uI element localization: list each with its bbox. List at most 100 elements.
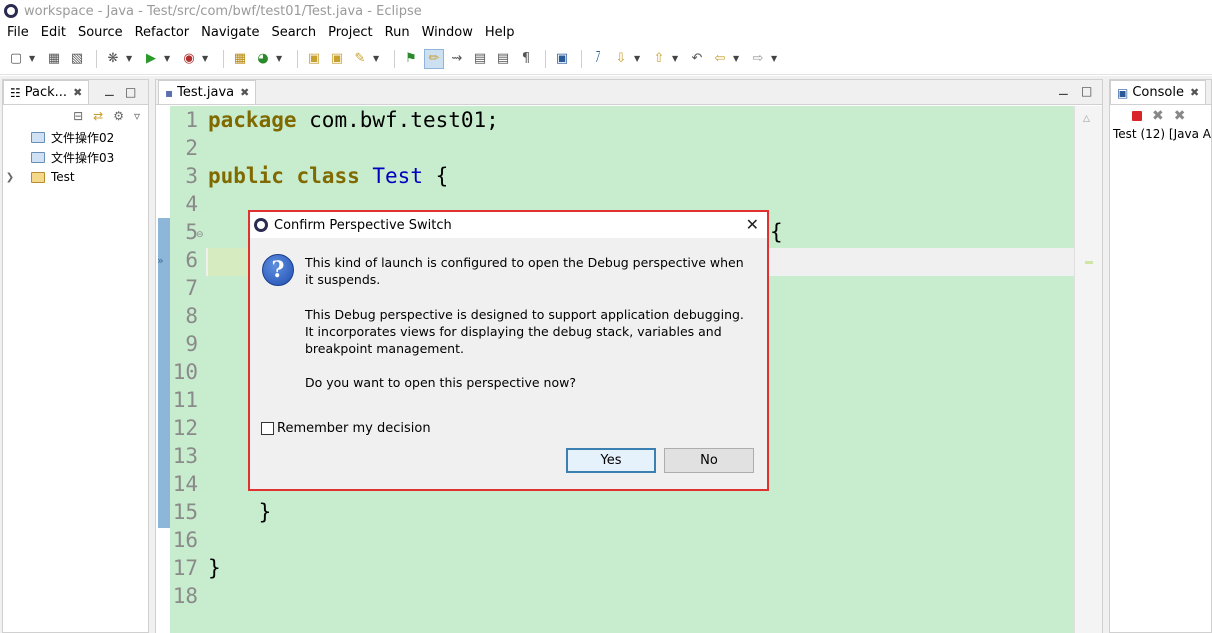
- search-icon[interactable]: ✎: [350, 49, 370, 69]
- terminate-icon[interactable]: [1132, 111, 1142, 121]
- back-icon[interactable]: ⇦: [710, 49, 730, 69]
- run-icon[interactable]: ▶: [141, 49, 161, 69]
- remember-decision-checkbox[interactable]: Remember my decision: [261, 421, 431, 436]
- show-source-icon[interactable]: ▤: [493, 49, 513, 69]
- line-number-gutter: 1 2 3 4 5 6 7 8 9 10 11 12 13 14 15 16 1…: [170, 106, 206, 633]
- menu-edit[interactable]: Edit: [35, 25, 72, 40]
- tree-item-folder[interactable]: 文件操作02: [3, 127, 148, 147]
- menu-file[interactable]: File: [0, 25, 35, 40]
- paragraph-icon[interactable]: ¶: [516, 49, 536, 69]
- external-tools-dropdown-icon[interactable]: ▼: [202, 54, 211, 63]
- remove-all-terminated-icon[interactable]: ✖: [1174, 108, 1186, 124]
- eclipse-icon: [4, 4, 18, 18]
- save-icon[interactable]: ▦: [44, 49, 64, 69]
- maximize-icon[interactable]: □: [125, 85, 136, 99]
- minimize-icon[interactable]: ⚊: [104, 85, 115, 99]
- run-dropdown-icon[interactable]: ▼: [164, 54, 173, 63]
- maximize-icon[interactable]: □: [1081, 84, 1092, 98]
- menu-window[interactable]: Window: [416, 25, 479, 40]
- search-dropdown-icon[interactable]: ▼: [373, 54, 382, 63]
- tree-item-label: 文件操作03: [51, 150, 115, 165]
- tab-package-explorer[interactable]: ☷ Pack... ✖: [3, 80, 90, 104]
- package-explorer-tabbar: ☷ Pack... ✖ ⚊ □: [3, 80, 148, 105]
- link-with-editor-icon[interactable]: ⇄: [93, 109, 103, 123]
- expand-arrow-icon[interactable]: ❯: [3, 172, 17, 183]
- debug-icon[interactable]: ❋: [103, 49, 123, 69]
- forward-icon[interactable]: ⇨: [748, 49, 768, 69]
- window-title: workspace - Java - Test/src/com/bwf/test…: [24, 3, 422, 19]
- minimize-icon[interactable]: ⚊: [1058, 84, 1069, 98]
- forward-dropdown-icon[interactable]: ▼: [771, 54, 780, 63]
- next-annotation-icon[interactable]: ⇩: [611, 49, 631, 69]
- new-class-dropdown-icon[interactable]: ▼: [276, 54, 285, 63]
- overview-ruler[interactable]: △: [1074, 106, 1102, 633]
- back-dropdown-icon[interactable]: ▼: [733, 54, 742, 63]
- checkbox-box[interactable]: [261, 422, 274, 435]
- menu-source[interactable]: Source: [72, 25, 129, 40]
- view-menu-icon[interactable]: ⚙: [113, 109, 124, 123]
- new-class-icon[interactable]: ◕: [253, 49, 273, 69]
- toolbar-separator: [545, 49, 546, 68]
- line-number: 9: [185, 332, 198, 356]
- close-icon[interactable]: ✖: [73, 86, 82, 99]
- menu-run[interactable]: Run: [379, 25, 416, 40]
- tree-item-label: Test: [51, 170, 75, 184]
- show-whitespace-icon[interactable]: ▤: [470, 49, 490, 69]
- menu-refactor[interactable]: Refactor: [129, 25, 196, 40]
- code-line: package com.bwf.test01;: [208, 108, 499, 132]
- java-file-icon: ▪: [165, 85, 174, 100]
- chevron-down-icon[interactable]: ▿: [134, 109, 140, 123]
- close-icon[interactable]: ✖: [240, 86, 249, 99]
- new-package-icon[interactable]: ▦: [230, 49, 250, 69]
- close-icon[interactable]: ✖: [1190, 86, 1199, 99]
- menu-navigate[interactable]: Navigate: [195, 25, 265, 40]
- console-toggle-icon[interactable]: ▣: [552, 49, 572, 69]
- vertical-ruler[interactable]: »: [156, 106, 170, 633]
- line-number: 1: [185, 108, 198, 132]
- yes-button[interactable]: Yes: [566, 448, 656, 473]
- main-toolbar: ▢ ▼ ▦ ▧ ❋ ▼ ▶ ▼ ◉ ▼ ▦ ◕ ▼ ▣ ▣ ✎ ▼ ⚑ ✏ ⇝ ▤ ▤ ¶ …: [0, 43, 1212, 75]
- no-button[interactable]: No: [664, 448, 754, 473]
- last-edit-icon[interactable]: ↶: [687, 49, 707, 69]
- previous-annotation-icon[interactable]: ⇧: [649, 49, 669, 69]
- fold-collapse-icon[interactable]: ⊖: [196, 230, 204, 240]
- external-tools-icon[interactable]: ◉: [179, 49, 199, 69]
- menu-project[interactable]: Project: [322, 25, 378, 40]
- open-task-icon[interactable]: ▣: [327, 49, 347, 69]
- tab-console[interactable]: ▣ Console ✖: [1110, 80, 1207, 104]
- save-all-icon[interactable]: ▧: [67, 49, 87, 69]
- line-number: 6: [185, 248, 198, 272]
- scroll-up-icon[interactable]: △: [1083, 114, 1090, 124]
- toggle-block-selection-icon[interactable]: ⇝: [447, 49, 467, 69]
- tab-test-java-label: Test.java: [177, 85, 235, 100]
- dialog-titlebar: Confirm Perspective Switch ✕: [250, 212, 767, 238]
- open-type-icon[interactable]: ▣: [304, 49, 324, 69]
- project-folder-icon: [31, 171, 45, 183]
- overview-marker[interactable]: [1085, 261, 1093, 264]
- window-titlebar: workspace - Java - Test/src/com/bwf/test…: [0, 0, 1212, 22]
- console-icon: ▣: [1117, 85, 1129, 100]
- confirm-perspective-switch-dialog: Confirm Perspective Switch ✕ ? This kind…: [248, 210, 769, 491]
- tree-item-folder[interactable]: 文件操作03: [3, 147, 148, 167]
- skip-breakpoints-icon[interactable]: ⧶: [588, 49, 608, 69]
- line-number: 7: [185, 276, 198, 300]
- remove-launch-icon[interactable]: ✖: [1152, 108, 1164, 124]
- tab-package-explorer-label: Pack...: [24, 85, 68, 100]
- next-annotation-dropdown-icon[interactable]: ▼: [634, 54, 643, 63]
- toggle-mark-occurrences-icon[interactable]: ✏: [424, 48, 444, 69]
- new-dropdown-icon[interactable]: ▼: [29, 54, 38, 63]
- menu-help[interactable]: Help: [479, 25, 521, 40]
- tree-item-project[interactable]: ❯ Test: [3, 167, 148, 187]
- close-icon[interactable]: ✕: [746, 215, 759, 234]
- toolbar-separator: [223, 49, 224, 68]
- new-icon[interactable]: ▢: [6, 49, 26, 69]
- tab-test-java[interactable]: ▪ Test.java ✖: [158, 80, 257, 104]
- collapse-all-icon[interactable]: ⊟: [73, 109, 83, 123]
- dialog-title: Confirm Perspective Switch: [274, 217, 452, 233]
- line-number: 13: [172, 444, 198, 468]
- line-number: 14: [172, 472, 198, 496]
- toggle-breadcrumb-icon[interactable]: ⚑: [401, 49, 421, 69]
- debug-dropdown-icon[interactable]: ▼: [126, 54, 135, 63]
- previous-annotation-dropdown-icon[interactable]: ▼: [672, 54, 681, 63]
- menu-search[interactable]: Search: [265, 25, 322, 40]
